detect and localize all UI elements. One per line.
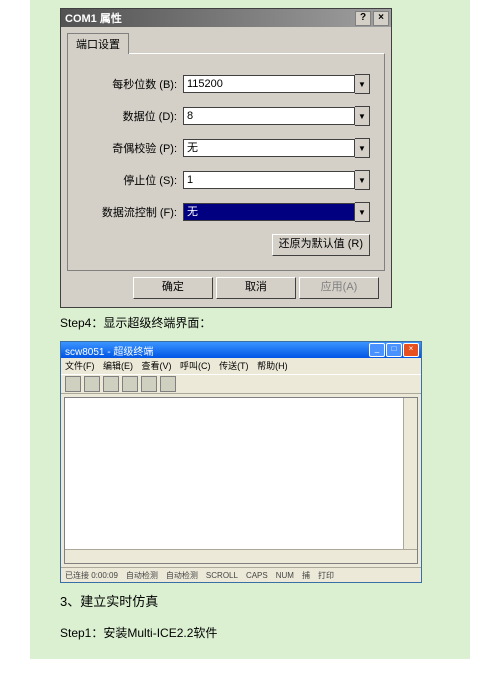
- status-connected: 已连接 0:00:09: [65, 570, 118, 581]
- row-baud: 每秒位数 (B): 115200 ▼: [82, 74, 370, 94]
- scrollbar-vertical[interactable]: [403, 398, 417, 549]
- menu-file[interactable]: 文件(F): [65, 361, 95, 371]
- databits-combo[interactable]: 8 ▼: [183, 106, 370, 126]
- parity-combo[interactable]: 无 ▼: [183, 138, 370, 158]
- status-caps: CAPS: [246, 571, 268, 580]
- menu-help[interactable]: 帮助(H): [257, 361, 288, 371]
- baud-combo[interactable]: 115200 ▼: [183, 74, 370, 94]
- chevron-down-icon[interactable]: ▼: [355, 202, 370, 222]
- status-capture: 捕: [302, 570, 310, 581]
- dialog-body: 端口设置 每秒位数 (B): 115200 ▼ 数据位 (D): 8 ▼: [61, 27, 391, 307]
- menu-edit[interactable]: 编辑(E): [103, 361, 133, 371]
- dialog-titlebar: COM1 属性 ? ×: [61, 9, 391, 27]
- chevron-down-icon[interactable]: ▼: [355, 138, 370, 158]
- disconnect-icon[interactable]: [122, 376, 138, 392]
- step4-caption: Step4：显示超级终端界面：: [60, 314, 462, 331]
- menu-call[interactable]: 呼叫(C): [180, 361, 211, 371]
- dialog-footer: 确定 取消 应用(A): [67, 271, 385, 299]
- chevron-down-icon[interactable]: ▼: [355, 170, 370, 190]
- ht-title-text: scw8051 - 超级终端: [65, 343, 153, 358]
- status-num: NUM: [276, 571, 294, 580]
- restore-row: 还原为默认值 (R): [82, 234, 370, 256]
- ht-statusbar: 已连接 0:00:09 自动检测 自动检测 SCROLL CAPS NUM 捕 …: [61, 567, 421, 582]
- new-icon[interactable]: [65, 376, 81, 392]
- baud-value[interactable]: 115200: [183, 75, 355, 93]
- ok-button[interactable]: 确定: [133, 277, 213, 299]
- status-scroll: SCROLL: [206, 571, 238, 580]
- chevron-down-icon[interactable]: ▼: [355, 106, 370, 126]
- send-icon[interactable]: [141, 376, 157, 392]
- status-print: 打印: [318, 570, 334, 581]
- stopbits-combo[interactable]: 1 ▼: [183, 170, 370, 190]
- connect-icon[interactable]: [103, 376, 119, 392]
- tab-panel: 每秒位数 (B): 115200 ▼ 数据位 (D): 8 ▼: [67, 53, 385, 271]
- tab-port-settings[interactable]: 端口设置: [67, 33, 129, 54]
- row-databits: 数据位 (D): 8 ▼: [82, 106, 370, 126]
- baud-label: 每秒位数 (B):: [82, 76, 183, 92]
- stopbits-value[interactable]: 1: [183, 171, 355, 189]
- status-detect2: 自动检测: [166, 570, 198, 581]
- ht-sys-buttons: _ □ ×: [369, 343, 419, 357]
- databits-label: 数据位 (D):: [82, 108, 183, 124]
- parity-label: 奇偶校验 (P):: [82, 140, 183, 156]
- scrollbar-horizontal[interactable]: [65, 549, 417, 563]
- row-flowcontrol: 数据流控制 (F): 无 ▼: [82, 202, 370, 222]
- cancel-button[interactable]: 取消: [216, 277, 296, 299]
- properties-icon[interactable]: [160, 376, 176, 392]
- dialog-sys-buttons: ? ×: [355, 11, 391, 26]
- chevron-down-icon[interactable]: ▼: [355, 74, 370, 94]
- close-icon[interactable]: ×: [373, 11, 389, 26]
- step1-caption: Step1：安装Multi-ICE2.2软件: [60, 624, 462, 641]
- section3-heading: 3、建立实时仿真: [60, 591, 462, 610]
- minimize-icon[interactable]: _: [369, 343, 385, 357]
- apply-button[interactable]: 应用(A): [299, 277, 379, 299]
- flow-value[interactable]: 无: [183, 203, 355, 221]
- com1-properties-dialog: COM1 属性 ? × 端口设置 每秒位数 (B): 115200 ▼: [60, 8, 392, 308]
- hyperterminal-window: scw8051 - 超级终端 _ □ × 文件(F) 编辑(E) 查看(V) 呼…: [60, 341, 422, 583]
- status-detect1: 自动检测: [126, 570, 158, 581]
- maximize-icon[interactable]: □: [386, 343, 402, 357]
- dialog-title-text: COM1 属性: [65, 10, 122, 26]
- flow-label: 数据流控制 (F):: [82, 204, 183, 220]
- stopbits-label: 停止位 (S):: [82, 172, 183, 188]
- row-parity: 奇偶校验 (P): 无 ▼: [82, 138, 370, 158]
- open-icon[interactable]: [84, 376, 100, 392]
- databits-value[interactable]: 8: [183, 107, 355, 125]
- help-icon[interactable]: ?: [355, 11, 371, 26]
- flow-combo[interactable]: 无 ▼: [183, 202, 370, 222]
- parity-value[interactable]: 无: [183, 139, 355, 157]
- ht-menubar[interactable]: 文件(F) 编辑(E) 查看(V) 呼叫(C) 传送(T) 帮助(H): [61, 358, 421, 374]
- ht-terminal-area[interactable]: [64, 397, 418, 564]
- menu-transfer[interactable]: 传送(T): [219, 361, 249, 371]
- row-stopbits: 停止位 (S): 1 ▼: [82, 170, 370, 190]
- close-icon[interactable]: ×: [403, 343, 419, 357]
- ht-toolbar: [61, 374, 421, 394]
- screenshot-block-1: COM1 属性 ? × 端口设置 每秒位数 (B): 115200 ▼: [30, 0, 470, 659]
- menu-view[interactable]: 查看(V): [142, 361, 172, 371]
- restore-defaults-button[interactable]: 还原为默认值 (R): [272, 234, 370, 256]
- ht-titlebar: scw8051 - 超级终端 _ □ ×: [61, 342, 421, 358]
